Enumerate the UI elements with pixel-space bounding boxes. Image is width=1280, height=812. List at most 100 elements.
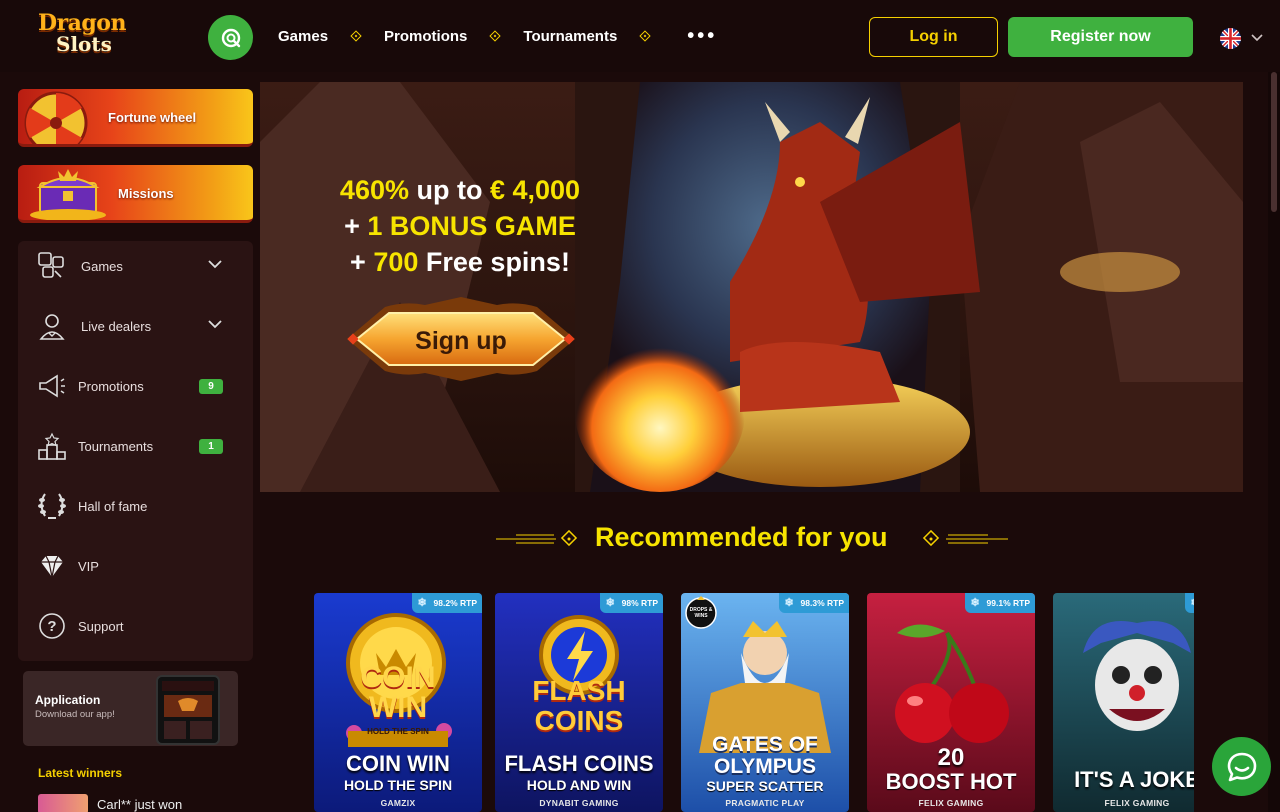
sidebar-item-label: Support — [78, 618, 124, 634]
dragon-slots-logo[interactable]: Dragon Slots — [36, 10, 148, 56]
signup-label: Sign up — [415, 327, 507, 355]
language-selector[interactable] — [1220, 27, 1265, 49]
winner-text: Carl** just won — [97, 796, 183, 812]
sidebar-item-vip[interactable]: VIP — [18, 541, 253, 591]
heading-ornament-right-icon — [922, 530, 1008, 547]
games-icon — [36, 250, 68, 282]
podium-icon — [36, 430, 68, 462]
nav-separator-icon — [467, 30, 523, 42]
sidebar-item-support[interactable]: ? Support — [18, 601, 253, 651]
search-icon — [221, 28, 240, 47]
scrollbar-thumb[interactable] — [1271, 72, 1277, 212]
sidebar-item-label: Promotions — [78, 378, 144, 394]
register-button[interactable]: Register now — [1008, 17, 1193, 57]
game-provider: DYNABIT GAMING — [539, 798, 619, 808]
uk-flag-icon — [1220, 27, 1241, 49]
sidebar-item-tournaments[interactable]: Tournaments 1 — [18, 421, 253, 471]
game-card-20-boost-hot[interactable]: 99.1% RTP 20 BOOST HOT FELIX GAMING — [867, 593, 1035, 812]
tournaments-count-badge: 1 — [199, 438, 223, 454]
game-card-gates-of-olympus[interactable]: DROPS & WINS GATES OF OLYMPUS 98.3% RTP … — [681, 593, 849, 812]
sidebar-item-label: Games — [81, 258, 123, 274]
signup-button[interactable]: Sign up — [345, 297, 577, 381]
recommended-heading: Recommended for you — [595, 522, 888, 552]
page-scrollbar[interactable] — [1268, 72, 1280, 812]
nav-promotions[interactable]: Promotions — [384, 28, 467, 45]
game-art-word-2: WIN — [368, 691, 428, 724]
promotions-count-badge: 9 — [199, 378, 223, 394]
treasure-chest-icon — [30, 169, 106, 220]
nav-tournaments[interactable]: Tournaments — [523, 28, 617, 45]
game-subtitle: HOLD AND WIN — [526, 777, 632, 793]
sidebar-item-label: Live dealers — [81, 318, 152, 334]
bonus-up-to: up to — [408, 175, 490, 205]
game-card-its-a-joke[interactable]: 97 IT'S A JOKE FELIX GAMING — [1053, 593, 1194, 812]
game-provider: FELIX GAMING — [1104, 798, 1170, 808]
drops-wins-text: DROPS & WINS — [689, 607, 713, 619]
sidebar-item-games[interactable]: Games — [18, 241, 253, 291]
logo-text-slots: Slots — [56, 32, 112, 56]
sidebar-menu: Games Live dealers Promotions 9 Tourname… — [18, 241, 253, 661]
fortune-wheel-label: Fortune wheel — [108, 110, 197, 125]
app-download-card[interactable]: Application Download our app! — [23, 671, 238, 746]
sidebar: Fortune wheel Missions Games Live dealer… — [0, 72, 260, 812]
fortune-wheel-icon — [24, 91, 88, 144]
diamond-icon — [36, 550, 68, 582]
fortune-wheel-card[interactable]: Fortune wheel — [18, 89, 253, 147]
svg-text:?: ? — [47, 618, 56, 635]
game-card-flash-coins[interactable]: FLASH COINS 98% RTP FLASH COINS HOLD AND… — [495, 593, 663, 812]
free-spins-text: Free spins! — [418, 247, 570, 277]
sidebar-item-label: VIP — [78, 558, 99, 574]
missions-label: Missions — [118, 186, 174, 201]
bonus-amount: € 4,000 — [489, 175, 581, 205]
sidebar-item-promotions[interactable]: Promotions 9 — [18, 361, 253, 411]
hero-banner[interactable]: 460% up to € 4,000 + 1 BONUS GAME + 700 … — [260, 82, 1243, 492]
joker-artwork — [1083, 621, 1191, 731]
game-title: 20 — [937, 744, 965, 771]
game-provider: PRAGMATIC PLAY — [725, 798, 805, 808]
app-title: Application — [35, 693, 101, 707]
nav-games[interactable]: Games — [278, 28, 328, 45]
search-button[interactable] — [208, 15, 253, 60]
rtp-badge: 98.2% RTP — [411, 593, 482, 613]
sidebar-item-live-dealers[interactable]: Live dealers — [18, 301, 253, 351]
game-title: IT'S A JOKE — [1074, 767, 1194, 792]
game-subtitle: SUPER SCATTER — [706, 778, 824, 794]
sidebar-item-hall-of-fame[interactable]: Hall of fame — [18, 481, 253, 531]
top-header: Dragon Slots Games Promotions Tournament… — [0, 0, 1280, 72]
latest-winner-row[interactable]: Carl** just won — [38, 794, 248, 812]
game-provider: FELIX GAMING — [918, 798, 984, 808]
heading-ornament-left-icon — [496, 530, 578, 547]
app-subtitle: Download our app! — [35, 709, 115, 720]
bonus-percent: 460% — [339, 175, 409, 205]
laurel-icon — [36, 490, 68, 522]
missions-card[interactable]: Missions — [18, 165, 253, 223]
login-button[interactable]: Log in — [869, 17, 998, 57]
bonus-line-3: + 700 Free spins! — [260, 244, 660, 280]
live-dealer-icon — [36, 310, 68, 342]
more-menu-button[interactable]: ••• — [687, 26, 717, 46]
chevron-down-icon — [208, 320, 222, 329]
free-spins-count: 700 — [373, 247, 419, 277]
game-art-word-1: FLASH — [532, 675, 626, 706]
game-title: COIN WIN — [346, 751, 450, 776]
bonus-line-1: 460% up to € 4,000 — [260, 172, 660, 208]
game-subtitle: BOOST HOT — [885, 769, 1017, 794]
rtp-badge: 98.3% RTP — [778, 593, 849, 613]
game-art-banner: HOLD THE SPIN — [367, 727, 429, 736]
bonus-plus: + — [344, 211, 368, 241]
rtp-badge: 99.1% RTP — [964, 593, 1035, 613]
chevron-down-icon — [1251, 34, 1263, 42]
rtp-badge: 97 — [1184, 593, 1194, 613]
bonus-plus: + — [350, 247, 374, 277]
cherries-artwork — [895, 624, 1009, 743]
phone-preview-image — [156, 675, 220, 745]
question-icon: ? — [36, 610, 68, 642]
recommended-games-row: COIN WIN HOLD THE SPIN 98.2% RTP COIN WI… — [314, 593, 1194, 812]
game-card-coin-win[interactable]: COIN WIN HOLD THE SPIN 98.2% RTP COIN WI… — [314, 593, 482, 812]
game-provider: GAMZIX — [380, 798, 416, 808]
winner-game-thumbnail — [38, 794, 88, 812]
game-title: FLASH COINS — [504, 751, 654, 776]
chevron-down-icon — [208, 260, 222, 269]
live-chat-button[interactable] — [1212, 737, 1271, 796]
game-art-word-2: OLYMPUS — [714, 755, 816, 778]
